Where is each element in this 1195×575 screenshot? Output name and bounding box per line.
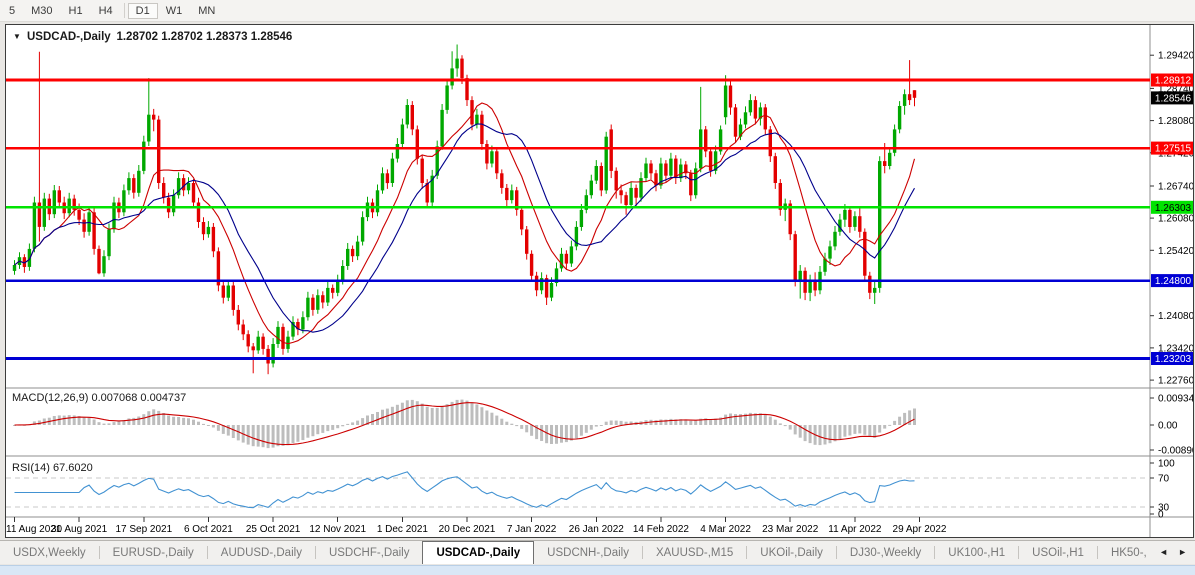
tab-ukoil-daily[interactable]: UKOil-,Daily — [747, 541, 836, 564]
svg-text:29 Apr 2022: 29 Apr 2022 — [893, 524, 947, 535]
svg-text:30 Aug 2021: 30 Aug 2021 — [51, 524, 108, 535]
svg-text:25 Oct 2021: 25 Oct 2021 — [246, 524, 301, 535]
svg-text:23 Mar 2022: 23 Mar 2022 — [762, 524, 819, 535]
svg-text:6 Oct 2021: 6 Oct 2021 — [184, 524, 233, 535]
candlestick-series — [12, 44, 917, 375]
svg-text:100: 100 — [1158, 459, 1175, 470]
tab-scroll-left-icon[interactable]: ◄ — [1159, 547, 1168, 557]
svg-text:0.009345: 0.009345 — [1158, 394, 1193, 405]
date-axis: 11 Aug 202130 Aug 2021 17 Sep 2021 6 Oct 2… — [6, 517, 947, 535]
chart-window: 1.294201.287401.280801.274201.267401.260… — [5, 24, 1194, 538]
svg-text:1 Dec 2021: 1 Dec 2021 — [377, 524, 429, 535]
svg-text:70: 70 — [1158, 474, 1170, 485]
horizontal-level-lines[interactable] — [6, 78, 1150, 360]
svg-text:1.23203: 1.23203 — [1155, 354, 1192, 365]
tab-usoil-h1[interactable]: USOil-,H1 — [1019, 541, 1097, 564]
timeframe-bar: 5 M30 H1 H4 D1 W1 MN — [0, 0, 1195, 22]
svg-text:1.26080: 1.26080 — [1158, 214, 1193, 225]
svg-text:-0.008902: -0.008902 — [1158, 446, 1193, 457]
rsi-axis: 10070300 — [1150, 459, 1175, 521]
svg-text:1.26740: 1.26740 — [1158, 182, 1193, 193]
tab-eurusd-daily[interactable]: EURUSD-,Daily — [100, 541, 207, 564]
svg-text:1.29420: 1.29420 — [1158, 51, 1193, 62]
svg-text:1.25420: 1.25420 — [1158, 246, 1193, 257]
tab-usdcnh-daily[interactable]: USDCNH-,Daily — [534, 541, 642, 564]
tab-uk100-h1[interactable]: UK100-,H1 — [935, 541, 1018, 564]
toolbar-group-divider — [123, 3, 125, 18]
tab-usdx-weekly[interactable]: USDX,Weekly — [0, 541, 99, 564]
macd-axis: 0.009345 0.00 -0.008902 — [1150, 394, 1193, 457]
symbol-dropdown-icon: ▼ — [13, 32, 21, 41]
svg-text:20 Dec 2021: 20 Dec 2021 — [439, 524, 496, 535]
macd-histogram — [13, 399, 916, 449]
timeframe-button-mn[interactable]: MN — [190, 3, 223, 19]
svg-text:1.28912: 1.28912 — [1155, 76, 1192, 87]
svg-text:12 Nov 2021: 12 Nov 2021 — [309, 524, 366, 535]
chart-canvas[interactable]: 1.294201.287401.280801.274201.267401.260… — [6, 25, 1193, 537]
svg-text:1.27515: 1.27515 — [1155, 144, 1192, 155]
svg-text:7 Jan 2022: 7 Jan 2022 — [507, 524, 557, 535]
bottom-status-strip — [0, 565, 1195, 575]
svg-text:1.24080: 1.24080 — [1158, 311, 1193, 322]
tab-usdchf-daily[interactable]: USDCHF-,Daily — [316, 541, 423, 564]
timeframe-button-d1[interactable]: D1 — [127, 2, 158, 19]
svg-text:26 Jan 2022: 26 Jan 2022 — [569, 524, 624, 535]
tab-scroll-right-icon[interactable]: ► — [1178, 547, 1187, 557]
timeframe-button-h1[interactable]: H1 — [61, 3, 91, 19]
symbol-title: USDCAD-,Daily 1.28702 1.28702 1.28373 1.… — [27, 31, 292, 43]
timeframe-button-w1[interactable]: W1 — [158, 3, 191, 19]
svg-text:4 Mar 2022: 4 Mar 2022 — [700, 524, 751, 535]
timeframe-button-m30[interactable]: M30 — [23, 3, 60, 19]
svg-text:0: 0 — [1158, 510, 1164, 521]
timeframe-button-h4[interactable]: H4 — [91, 3, 121, 19]
rsi-label: RSI(14) 67.6020 — [12, 462, 93, 474]
tab-scroll-controls: ◄ ► — [1151, 541, 1195, 563]
svg-text:1.28546: 1.28546 — [1155, 93, 1192, 104]
tab-strip: USDX,Weekly EURUSD-,Daily AUDUSD-,Daily USD… — [0, 540, 1195, 564]
tab-audusd-daily[interactable]: AUDUSD-,Daily — [208, 541, 315, 564]
svg-text:1.28080: 1.28080 — [1158, 116, 1193, 127]
svg-text:11 Apr 2022: 11 Apr 2022 — [828, 524, 882, 535]
pane-labels: ▼ USDCAD-,Daily 1.28702 1.28702 1.28373 1… — [12, 31, 292, 474]
svg-text:0.00: 0.00 — [1158, 421, 1178, 432]
svg-text:17 Sep 2021: 17 Sep 2021 — [115, 524, 172, 535]
tab-usdcad-daily[interactable]: USDCAD-,Daily — [422, 541, 535, 564]
svg-text:14 Feb 2022: 14 Feb 2022 — [633, 524, 690, 535]
tab-dj30-weekly[interactable]: DJ30-,Weekly — [837, 541, 934, 564]
macd-label: MACD(12,26,9) 0.007068 0.004737 — [12, 392, 186, 404]
ma-slow-line — [14, 123, 915, 333]
svg-text:1.26303: 1.26303 — [1155, 203, 1192, 214]
tab-xauusd-m15[interactable]: XAUUSD-,M15 — [643, 541, 746, 564]
rsi-line — [14, 471, 915, 509]
svg-text:1.24800: 1.24800 — [1155, 276, 1192, 287]
timeframe-button-5[interactable]: 5 — [1, 3, 23, 19]
svg-text:1.22760: 1.22760 — [1158, 376, 1193, 387]
